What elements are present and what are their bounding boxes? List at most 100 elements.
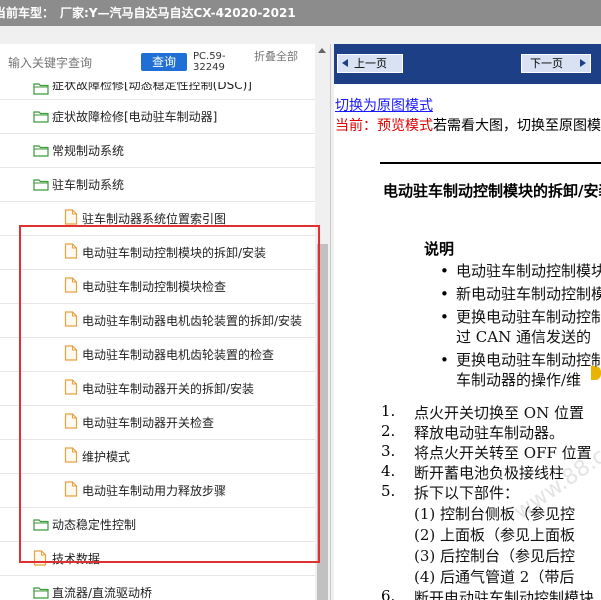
note-bullet-text: 电动驻车制动控制模块 — [456, 262, 601, 280]
tree-folder-item[interactable]: 动态稳定性控制 — [0, 508, 315, 542]
step-number: 5. — [381, 482, 396, 500]
tree-folder-item[interactable]: 症状故障检修[动态稳定性控制(DSC)] — [0, 82, 315, 100]
collapse-all-button[interactable]: 折叠全部 — [254, 51, 298, 62]
step-number: 4. — [381, 462, 396, 480]
search-button[interactable]: 查询 — [141, 53, 187, 71]
tree-leaf-item[interactable]: 电动驻车制动控制模块的拆卸/安装 — [0, 236, 315, 270]
current-mode-line: 当前：预览模式若需看大图，切换至原图模式 — [335, 115, 601, 135]
folder-open-icon — [33, 142, 49, 157]
search-input[interactable] — [8, 53, 136, 73]
catalog-panel: 查询 PC.59-32249 折叠全部 症状故障检修[动态稳定性控制(DSC)]… — [0, 44, 331, 600]
tree-leaf-item[interactable]: 电动驻车制动器电机齿轮装置的检查 — [0, 338, 315, 372]
tree-folder-item[interactable]: 技术数据 — [0, 542, 315, 576]
tree-item-label: 电动驻车制动器开关的拆卸/安装 — [82, 382, 255, 396]
part-code: PC.59-32249 — [193, 51, 226, 73]
current-mode-hint: 若需看大图，切换至原图模式 — [433, 118, 601, 134]
toolbar-spacer — [0, 26, 601, 44]
prev-page-label: 上一页 — [354, 57, 387, 70]
note-bullet-text: 更换电动驻车制动控制模块 — [456, 308, 601, 326]
app-window: 当前车型： 厂家:Y—汽马自达马自达CX-42020-2021 查询 PC.59-… — [0, 0, 601, 600]
tree-item-label: 症状故障检修[电动驻车制动器] — [52, 110, 218, 124]
step-number: 6. — [381, 587, 396, 600]
document-title: 电动驻车制动控制模块的拆卸/安装 — [383, 182, 601, 200]
document-icon — [64, 277, 80, 293]
tree-folder-item[interactable]: 直流器/直流驱动桥 — [0, 576, 315, 600]
arrow-left-icon — [342, 59, 348, 67]
vehicle-label: 当前车型： — [0, 6, 55, 20]
bullet-dot: • — [440, 285, 449, 303]
tree-folder-item[interactable]: 常规制动系统 — [0, 134, 315, 168]
step-number: 2. — [381, 422, 396, 440]
document-page: 电动驻车制动控制模块的拆卸/安装 说明 www.88.com • 电动驻车制动控制… — [334, 162, 601, 600]
next-page-label: 下一页 — [530, 57, 563, 70]
tree-leaf-item[interactable]: 电动驻车制动控制模块检查 — [0, 270, 315, 304]
tree-leaf-item[interactable]: 电动驻车制动器开关检查 — [0, 406, 315, 440]
note-bullet-text: 更换电动驻车制动控制模块 — [456, 351, 601, 369]
folder-open-icon — [33, 82, 49, 95]
switch-original-mode-link[interactable]: 切换为原图模式 — [335, 95, 433, 115]
tree-item-label: 电动驻车制动用力释放步骤 — [82, 484, 227, 498]
tree-folder-item[interactable]: 症状故障检修[电动驻车制动器] — [0, 100, 315, 134]
title-rule — [380, 162, 601, 164]
step-text: 点火开关切换至 ON 位置 — [414, 404, 584, 422]
tree-item-label: 电动驻车制动器电机齿轮装置的检查 — [82, 348, 275, 362]
tree-item-label: 电动驻车制动控制模块的拆卸/安装 — [82, 246, 267, 260]
step-text: 释放电动驻车制动器。 — [414, 424, 565, 442]
scroll-up-icon[interactable] — [318, 48, 326, 53]
document-icon — [64, 311, 80, 327]
folder-open-icon — [33, 108, 49, 123]
tree-leaf-item[interactable]: 电动驻车制动器开关的拆卸/安装 — [0, 372, 315, 406]
tree-item-label: 维护模式 — [82, 450, 131, 464]
title-bar: 当前车型： 厂家:Y—汽马自达马自达CX-42020-2021 — [0, 0, 601, 26]
tree-item-label: 驻车制动器系统位置索引图 — [82, 212, 227, 226]
document-icon — [64, 447, 80, 463]
folder-open-icon — [33, 176, 49, 191]
scrollbar-thumb[interactable] — [317, 244, 328, 600]
document-icon — [64, 413, 80, 429]
sub-step-text: (1) 控制台侧板（参见控 — [414, 505, 576, 523]
sub-step-text: (2) 上面板（参见上面板 — [414, 526, 576, 544]
prev-page-button[interactable]: 上一页 — [337, 54, 403, 73]
sub-step-text: (3) 后控制台（参见后控 — [414, 547, 576, 565]
folder-open-icon — [33, 516, 49, 531]
tree-item-label: 症状故障检修[动态稳定性控制(DSC)] — [52, 82, 252, 92]
document-icon — [64, 481, 80, 497]
tree-leaf-item[interactable]: 电动驻车制动器电机齿轮装置的拆卸/安装 — [0, 304, 315, 338]
note-bullet-text: 过 CAN 通信发送的 — [456, 328, 591, 346]
bullet-dot: • — [440, 308, 449, 326]
step-text: 断开蓄电池负极接线柱 — [414, 464, 565, 482]
folder-open-icon — [33, 584, 49, 599]
document-icon — [64, 345, 80, 361]
step-number: 3. — [381, 442, 396, 460]
next-page-button[interactable]: 下一页 — [521, 54, 591, 73]
tree-item-label: 电动驻车制动控制模块检查 — [82, 280, 227, 294]
search-bar: 查询 PC.59-32249 折叠全部 — [0, 44, 330, 82]
tree-item-label: 动态稳定性控制 — [52, 518, 137, 532]
tree-leaf-item[interactable]: 维护模式 — [0, 440, 315, 474]
bullet-dot: • — [440, 351, 449, 369]
note-bullet-text: 新电动驻车制动控制模块 — [456, 285, 601, 303]
document-icon — [64, 379, 80, 395]
tree-item-label: 技术数据 — [52, 552, 101, 566]
tree-item-label: 电动驻车制动器电机齿轮装置的拆卸/安装 — [82, 314, 303, 328]
tree-scrollbar[interactable] — [315, 44, 330, 600]
document-icon — [64, 209, 80, 225]
document-viewer: 上一页 下一页 切换为原图模式 当前：预览模式若需看大图，切换至原图模式 电动驻… — [334, 44, 601, 600]
note-heading: 说明 — [424, 240, 455, 258]
tree-leaf-item[interactable]: 电动驻车制动用力释放步骤 — [0, 474, 315, 508]
tree-folder-item[interactable]: 驻车制动系统 — [0, 168, 315, 202]
sub-step-text: (4) 后通气管道 2（带后 — [414, 568, 575, 586]
step-text: 将点火开关转至 OFF 位置 — [414, 444, 592, 462]
bullet-dot: • — [440, 262, 449, 280]
note-bullet-text: 车制动器的操作/维 — [456, 371, 582, 389]
step-text: 断开电动驻车制动控制模块 — [414, 589, 595, 600]
document-icon — [64, 243, 80, 259]
step-number: 1. — [381, 402, 396, 420]
tree-item-label: 直流器/直流驱动桥 — [52, 586, 153, 600]
tree-leaf-item[interactable]: 驻车制动器系统位置索引图 — [0, 202, 315, 236]
vehicle-manufacturer: 厂家:Y—汽马自达马自达CX-42020-2021 — [60, 6, 296, 20]
step-text: 拆下以下部件： — [414, 484, 520, 502]
page-nav-bar: 上一页 下一页 — [334, 44, 601, 84]
tree-item-label: 电动驻车制动器开关检查 — [82, 416, 215, 430]
catalog-tree: 症状故障检修[动态稳定性控制(DSC)] 症状故障检修[电动驻车制动器] 常规制动系… — [0, 82, 315, 600]
